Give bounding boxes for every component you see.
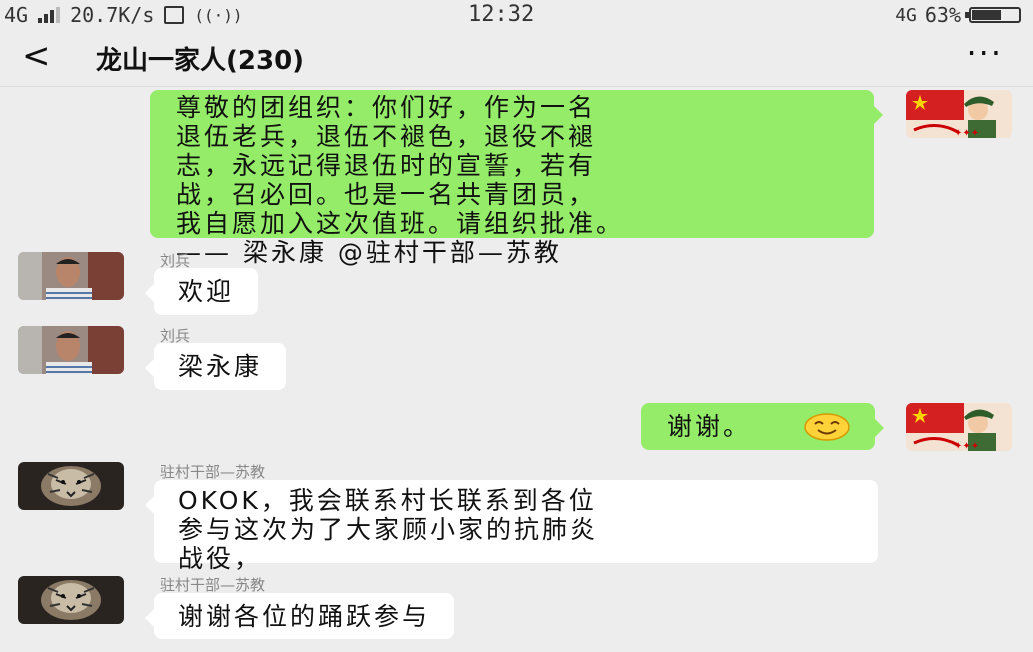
message-bubble-incoming[interactable]: OKOK，我会联系村长联系到各位 参与这次为了大家顾小家的抗肺炎 战役， [145,480,878,573]
avatar-sujiao[interactable] [18,462,124,510]
avatar-sujiao[interactable] [18,576,124,624]
network-speed: 20.7K/s [70,3,155,27]
chevron-left-icon[interactable]: < [22,36,51,76]
message-line: 退伍老兵，退伍不褪色，退役不褪 [176,122,597,151]
message-text: 谢谢各位的踊跃参与 [178,602,431,631]
message-text: 欢迎 [178,277,235,306]
more-button[interactable]: ··· [966,34,1003,72]
vibrate-icon: ((·)) [194,5,243,25]
message-line: 志，永远记得退伍时的宣誓，若有 [176,151,597,180]
message-line: 战役， [178,544,263,573]
message-line: OKOK，我会联系村长联系到各位 [178,486,597,515]
network-type-right: 4G [895,4,917,26]
nfc-icon [164,6,185,24]
message-bubble-incoming[interactable]: 梁永康 [144,343,287,390]
chat-header: < 龙山一家人(230) ··· [0,30,1033,87]
message-bubble-outgoing[interactable]: 谢谢。 [641,403,884,450]
message-line: 战，召必回。也是一名共青团员， [176,180,597,209]
smile-emoji-icon [803,413,851,447]
signal-icon [38,7,61,23]
svg-text:✦✦✦: ✦✦✦ [954,441,979,451]
avatar-liubing[interactable] [18,252,124,300]
back-button[interactable]: < [22,36,51,76]
message-bubble-incoming[interactable]: 欢迎 [144,268,259,315]
message-line: 我自愿加入这次值班。请组织批准。 [176,209,625,238]
more-icon[interactable]: ··· [966,34,1003,72]
clock: 12:32 [468,2,535,27]
message-bubble-outgoing[interactable]: 尊敬的团组织：你们好，作为一名 退伍老兵，退伍不褪色，退役不褪 志，永远记得退伍… [150,90,883,267]
message-bubble-incoming[interactable]: 谢谢各位的踊跃参与 [144,593,455,639]
battery-icon [965,7,1021,23]
status-bar: 4G 20.7K/s ((·)) 12:32 4G 63% [0,0,1033,30]
network-type: 4G [4,3,29,27]
sender-name: 驻村干部—苏教 [160,576,266,594]
avatar-self[interactable]: ✦✦✦ [906,403,1012,451]
chat-title: 龙山一家人(230) [96,46,305,76]
message-text: 谢谢。 [667,412,752,441]
sender-name: 驻村干部—苏教 [160,463,266,481]
battery-percent: 63% [924,3,961,27]
message-line: —— 梁永康 @驻村干部—苏教 [176,238,562,267]
message-text: 梁永康 [178,352,263,381]
message-line: 尊敬的团组织：你们好，作为一名 [176,93,597,122]
message-line: 参与这次为了大家顾小家的抗肺炎 [178,515,599,544]
svg-text:✦✦✦: ✦✦✦ [954,128,979,138]
avatar-liubing[interactable] [18,326,124,374]
avatar-self[interactable]: ✦✦✦ [906,90,1012,138]
